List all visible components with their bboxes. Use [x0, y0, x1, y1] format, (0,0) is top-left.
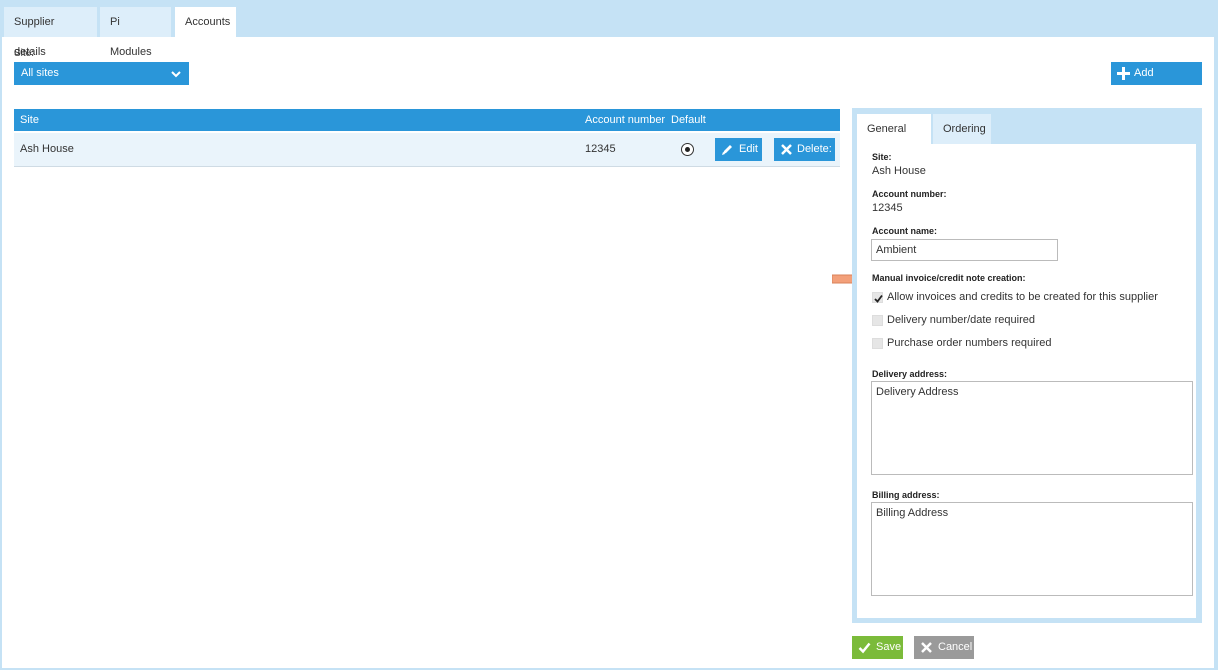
save-button[interactable]: Save: [852, 636, 903, 659]
delivery-address-label: Delivery address:: [872, 369, 948, 379]
delivery-number-checkbox[interactable]: [872, 315, 883, 326]
plus-icon: [1117, 67, 1130, 80]
detail-site-label: Site:: [872, 152, 892, 162]
close-icon: [921, 642, 932, 653]
edit-label: Edit: [739, 143, 758, 155]
close-icon: [781, 144, 792, 155]
account-number-value: 12345: [872, 202, 903, 214]
add-account-label: Add account...: [1134, 67, 1182, 102]
delivery-number-label: Delivery number/date required: [887, 314, 1035, 326]
tab-accounts[interactable]: Accounts: [175, 7, 237, 37]
edit-button[interactable]: Edit: [715, 138, 762, 161]
tab-general-info[interactable]: General info: [857, 114, 931, 165]
general-info-form: Site: Ash House Account number: 12345 Ac…: [857, 144, 1196, 618]
account-name-input[interactable]: Ambient: [871, 239, 1058, 261]
add-account-button[interactable]: Add account...: [1111, 62, 1202, 102]
table-row[interactable]: Ash House 12345 Edit Delete:: [14, 133, 840, 167]
account-number-label: Account number:: [872, 189, 947, 199]
delete-button[interactable]: Delete:: [774, 138, 835, 161]
tab-pi-modules[interactable]: Pi Modules: [100, 7, 172, 58]
allow-invoices-label: Allow invoices and credits to be created…: [887, 291, 1158, 303]
cancel-label: Cancel: [938, 641, 973, 653]
detail-site-value: Ash House: [872, 165, 926, 177]
cancel-button[interactable]: Cancel: [914, 636, 974, 659]
site-select[interactable]: All sites: [14, 62, 189, 85]
accounts-table-header: Site Account number Default: [14, 109, 840, 131]
billing-address-textarea[interactable]: Billing Address: [871, 502, 1193, 596]
column-header-default: Default: [671, 114, 706, 126]
save-label: Save: [876, 641, 902, 653]
delivery-address-textarea[interactable]: Delivery Address: [871, 381, 1193, 475]
default-radio[interactable]: [681, 143, 694, 156]
row-account-number: 12345: [585, 143, 616, 155]
column-header-account-number: Account number: [585, 114, 666, 126]
allow-invoices-checkbox[interactable]: [872, 292, 883, 303]
checkmark-icon: [874, 294, 883, 303]
row-site: Ash House: [20, 143, 74, 155]
delete-label: Delete:: [797, 143, 832, 155]
chevron-down-icon: [171, 71, 181, 78]
column-header-site: Site: [20, 114, 39, 126]
site-filter-label: Site:: [14, 48, 35, 59]
account-detail-panel: General info Ordering Site: Ash House Ac…: [852, 108, 1202, 623]
account-name-label: Account name:: [872, 226, 938, 236]
checkmark-icon: [858, 642, 871, 654]
pencil-icon: [722, 145, 732, 155]
billing-address-label: Billing address:: [872, 490, 940, 500]
tab-supplier-details[interactable]: Supplier details: [4, 7, 98, 58]
purchase-order-label: Purchase order numbers required: [887, 337, 1052, 349]
site-select-value: All sites: [21, 67, 59, 79]
purchase-order-checkbox[interactable]: [872, 338, 883, 349]
tab-ordering[interactable]: Ordering: [933, 114, 991, 144]
manual-invoice-label: Manual invoice/credit note creation:: [872, 273, 1026, 283]
